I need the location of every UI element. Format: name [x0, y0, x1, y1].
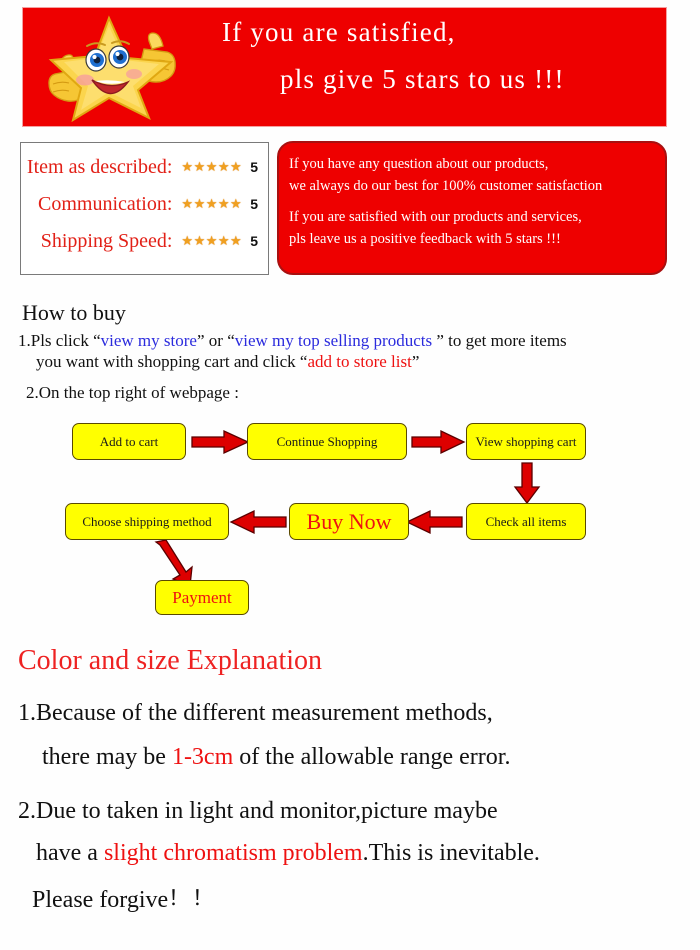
- chromatism-highlight: slight chromatism problem: [103, 840, 363, 866]
- promo-page: If you are satisfied, pls give 5 stars t…: [0, 0, 700, 950]
- how-to-buy-step-1-line-1: 1.Pls click “view my store” or “view my …: [18, 330, 683, 353]
- quote-close: ”: [196, 331, 205, 350]
- feedback-line-1: If you have any question about our produ…: [289, 156, 549, 172]
- step1-prefix: 1.Pls click: [18, 331, 94, 350]
- rating-label-item-as-described: Item as described:: [26, 155, 173, 178]
- how-to-buy-step-2: 2.On the top right of webpage :: [26, 383, 239, 402]
- explanation-2-line-1: 2.Due to taken in light and monitor,pict…: [18, 798, 498, 824]
- how-to-buy-step-1-line-2: you want with shopping cart and click “a…: [36, 352, 696, 372]
- flow-label: Buy Now: [306, 508, 392, 534]
- arrow-right-icon-2: [411, 429, 466, 455]
- step1-mid: or: [204, 331, 228, 350]
- view-my-top-selling-products-link[interactable]: view my top selling products: [235, 331, 432, 350]
- satisfaction-banner: If you are satisfied, pls give 5 stars t…: [22, 7, 667, 127]
- feedback-line-3: If you are satisfied with our products a…: [289, 208, 582, 225]
- rating-row: Communication: ★★★★★ 5: [29, 189, 258, 219]
- rating-score: 5: [250, 196, 258, 212]
- rating-label-communication: Communication:: [37, 192, 173, 215]
- quote-open: “: [227, 331, 235, 350]
- flow-box-buy-now[interactable]: Buy Now: [289, 503, 409, 540]
- arrow-down-icon-1: [513, 462, 541, 505]
- smiling-star-thumbs-up-icon: [37, 12, 187, 124]
- flow-label: Choose shipping method: [82, 513, 212, 529]
- how-to-buy-title: How to buy: [22, 300, 126, 325]
- explanation-1-line-2: there may be 1-3cm of the allowable rang…: [42, 744, 510, 771]
- feedback-line-2: we always do our best for 100% customer …: [289, 178, 603, 195]
- banner-line-2: pls give 5 stars to us !!!: [280, 63, 565, 94]
- flow-box-check-all-items[interactable]: Check all items: [466, 503, 586, 540]
- flow-box-choose-shipping-method[interactable]: Choose shipping method: [65, 503, 229, 540]
- explanation-1-line-1: 1.Because of the different measurement m…: [18, 700, 493, 726]
- rating-score: 5: [250, 233, 258, 249]
- banner-text-block: If you are satisfied, pls give 5 stars t…: [198, 16, 658, 121]
- flow-label: Add to cart: [99, 433, 159, 449]
- rating-label-shipping-speed: Shipping Speed:: [40, 229, 173, 252]
- color-size-explanation-title: Color and size Explanation: [18, 645, 323, 676]
- flow-box-payment[interactable]: Payment: [155, 580, 249, 615]
- banner-line-1: If you are satisfied,: [222, 17, 456, 47]
- arrow-left-icon-2: [229, 509, 287, 535]
- please-forgive-text: Please forgive: [32, 887, 169, 913]
- flow-box-continue-shopping[interactable]: Continue Shopping: [247, 423, 407, 460]
- rating-score: 5: [250, 159, 258, 175]
- exp1-text-b: of the allowable range error.: [233, 744, 511, 770]
- flow-box-view-shopping-cart[interactable]: View shopping cart: [466, 423, 586, 460]
- feedback-line-4: pls leave us a positive feedback with 5 …: [289, 231, 561, 248]
- five-stars-icon: ★★★★★: [181, 233, 243, 249]
- add-to-store-list-link[interactable]: add to store list: [307, 352, 411, 371]
- flow-label: Payment: [172, 587, 232, 607]
- five-stars-icon: ★★★★★: [181, 196, 243, 212]
- quote-close: ”: [411, 352, 420, 371]
- arrow-right-icon-1: [191, 429, 250, 455]
- exp2-text-a: have a: [36, 840, 104, 866]
- view-my-store-link[interactable]: view my store: [101, 331, 197, 350]
- exclamation-marks: ！！: [168, 886, 217, 910]
- step1-line2-prefix: you want with shopping cart and click: [36, 352, 300, 371]
- quote-close: ”: [432, 331, 444, 350]
- arrow-left-icon-1: [405, 509, 463, 535]
- flow-label: Continue Shopping: [276, 433, 378, 449]
- step1-suffix: to get more items: [443, 331, 567, 350]
- feedback-request-box: If you have any question about our produ…: [277, 141, 667, 275]
- flow-label: Check all items: [485, 513, 567, 529]
- explanation-2-line-3: Please forgive！！: [32, 882, 216, 914]
- quote-open: “: [93, 331, 101, 350]
- flow-label: View shopping cart: [475, 433, 577, 449]
- explanation-2-line-2: have a slight chromatism problem.This is…: [36, 840, 540, 867]
- flow-box-add-to-cart[interactable]: Add to cart: [72, 423, 186, 460]
- seller-ratings-box: Item as described: ★★★★★ 5 Communication…: [20, 142, 269, 275]
- five-stars-icon: ★★★★★: [181, 159, 243, 175]
- rating-row: Shipping Speed: ★★★★★ 5: [29, 226, 258, 256]
- tolerance-highlight: 1-3cm: [171, 744, 234, 770]
- exp2-text-b: .This is inevitable.: [362, 840, 540, 866]
- rating-row: Item as described: ★★★★★ 5: [26, 152, 258, 182]
- exp1-text-a: there may be: [42, 744, 172, 770]
